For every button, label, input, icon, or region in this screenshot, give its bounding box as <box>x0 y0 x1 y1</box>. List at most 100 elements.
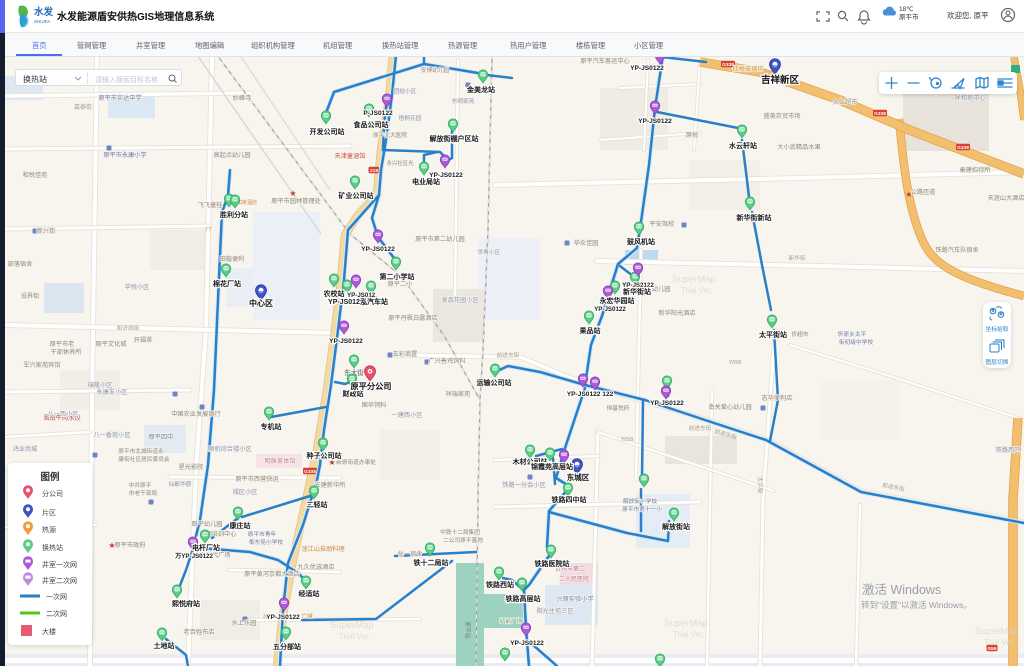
svg-text:SuperMap: SuperMap <box>672 274 716 285</box>
svg-text:解放街站: 解放街站 <box>662 522 690 531</box>
svg-text:YP-JS0122: YP-JS0122 <box>266 614 300 621</box>
svg-text:原平市园林管理处: 原平市园林管理处 <box>271 197 321 205</box>
svg-text:平安驾校: 平安驾校 <box>650 220 675 228</box>
svg-text:团结小区: 团结小区 <box>394 87 417 95</box>
svg-text:胜利分站: 胜利分站 <box>219 210 248 219</box>
svg-text:八一西小区: 八一西小区 <box>48 410 79 418</box>
svg-text:转到"设置"以激活 Windows。: 转到"设置"以激活 Windows。 <box>861 600 972 610</box>
svg-text:秦建招待所: 秦建招待所 <box>960 166 991 174</box>
svg-text:原平市政府: 原平市政府 <box>115 541 146 549</box>
svg-text:食品花园小区: 食品花园小区 <box>441 296 478 304</box>
svg-text:运输公司站: 运输公司站 <box>477 378 512 387</box>
svg-text:YP-JS012.: YP-JS012. <box>347 292 377 299</box>
svg-text:一建西小区: 一建西小区 <box>392 411 423 419</box>
svg-text:原平丹枫白露酒店: 原平丹枫白露酒店 <box>388 314 438 322</box>
svg-text:锦霞苑高层站: 锦霞苑高层站 <box>531 462 573 471</box>
svg-text:YP-JS0122: YP-JS0122 <box>638 118 672 125</box>
svg-text:华悦小区: 华悦小区 <box>125 283 150 291</box>
svg-text:原平市第二幼儿园: 原平市第二幼儿园 <box>415 235 465 243</box>
svg-text:街初级中学校: 街初级中学校 <box>839 338 873 346</box>
svg-text:阳光住苑三区: 阳光住苑三区 <box>536 607 573 615</box>
svg-text:原平市北城街道永: 原平市北城街道永 <box>118 447 164 455</box>
svg-text:G338: G338 <box>874 111 886 117</box>
svg-text:康街社区居民委员会: 康街社区居民委员会 <box>118 455 169 463</box>
svg-text:五彩商置: 五彩商置 <box>393 350 418 358</box>
svg-text:南关爱心幼儿园: 南关爱心幼儿园 <box>708 403 751 411</box>
svg-text:城区小区: 城区小区 <box>233 488 258 496</box>
svg-text:站前广场: 站前广场 <box>500 617 523 625</box>
svg-text:盛美农贸市场: 盛美农贸市场 <box>763 112 800 120</box>
svg-text:涅江山自助料理: 涅江山自助料理 <box>301 545 344 553</box>
svg-text:干部休养所: 干部休养所 <box>51 348 82 356</box>
svg-text:YP-JS0122: YP-JS0122 <box>510 640 544 647</box>
svg-text:YP-JS012泓汽车站: YP-JS012泓汽车站 <box>328 297 388 306</box>
svg-text:安建新华所: 安建新华所 <box>315 481 346 489</box>
svg-text:开福茶: 开福茶 <box>134 336 153 344</box>
svg-text:太平街站: 太平街站 <box>759 330 787 339</box>
svg-text:八一香苑小区: 八一香苑小区 <box>93 431 130 439</box>
svg-text:久仁超市: 久仁超市 <box>833 98 858 106</box>
svg-text:飞飞童桂: 飞飞童桂 <box>198 201 223 209</box>
svg-text:原机综合楼小区: 原机综合楼小区 <box>208 445 251 453</box>
svg-text:★: ★ <box>289 189 296 198</box>
svg-text:开发公司站: 开发公司站 <box>310 127 345 136</box>
svg-text:葛泰街: 葛泰街 <box>74 103 92 111</box>
svg-text:衡东苑小学校: 衡东苑小学校 <box>249 538 283 546</box>
svg-text:瑞隆小区: 瑞隆小区 <box>88 381 113 389</box>
svg-text:218: 218 <box>370 168 378 174</box>
svg-text:YP-JS0122: YP-JS0122 <box>361 246 395 253</box>
svg-text:东城区: 东城区 <box>567 472 590 482</box>
svg-text:原平市: 原平市 <box>899 12 919 21</box>
svg-text:原平市第十一小: 原平市第十一小 <box>622 505 662 513</box>
svg-text:红梅玻璃坊: 红梅玻璃坊 <box>733 65 764 73</box>
svg-text:和济西街: 和济西街 <box>117 324 140 332</box>
svg-text:世青小区: 世青小区 <box>478 248 501 256</box>
svg-text:原平北大医院: 原平北大医院 <box>373 131 407 139</box>
svg-text:铁路一分会小区: 铁路一分会小区 <box>502 481 545 489</box>
svg-text:梧桐花园: 梧桐花园 <box>399 114 422 122</box>
svg-text:市老干部局: 市老干部局 <box>129 489 158 497</box>
svg-text:G108: G108 <box>304 469 316 475</box>
svg-text:兴原实验小学: 兴原实验小学 <box>556 595 593 603</box>
svg-text:解放街棚户区站: 解放街棚户区站 <box>430 134 479 143</box>
svg-text:第二小学站: 第二小学站 <box>380 272 415 281</box>
svg-text:种子公司站: 种子公司站 <box>306 451 342 460</box>
svg-text:原平文化城: 原平文化城 <box>96 340 127 348</box>
svg-text:新华街新站: 新华街新站 <box>737 213 772 222</box>
svg-text:原平分公司: 原平分公司 <box>351 381 392 391</box>
svg-text:Y058: Y058 <box>729 360 742 366</box>
svg-text:仙都华郡: 仙都华郡 <box>169 480 192 488</box>
svg-text:专机站: 专机站 <box>261 422 282 431</box>
svg-text:熙悦府站: 熙悦府站 <box>172 599 200 608</box>
svg-text:Trial Ver.: Trial Ver. <box>673 630 704 639</box>
svg-text:土地站: 土地站 <box>154 641 175 650</box>
svg-text:††: †† <box>205 227 212 233</box>
svg-text:18℃: 18℃ <box>899 6 914 13</box>
svg-text:设界街: 设界街 <box>21 292 40 300</box>
svg-text:原平市西营快运: 原平市西营快运 <box>235 475 278 483</box>
svg-text:Trial Ver.: Trial Ver. <box>681 286 712 295</box>
svg-text:激活 Windows: 激活 Windows <box>862 583 941 597</box>
svg-text:原平市永康小学: 原平市永康小学 <box>103 151 146 159</box>
svg-text:二轻站: 二轻站 <box>307 500 328 509</box>
svg-text:康庄站: 康庄站 <box>230 521 251 530</box>
svg-text:YP-JS0122 122: YP-JS0122 122 <box>567 391 614 398</box>
svg-text:食品公司站: 食品公司站 <box>353 120 389 129</box>
svg-text:原祝: 原祝 <box>686 131 698 139</box>
svg-text:九久优选酒店: 九久优选酒店 <box>297 563 334 571</box>
svg-text:新兴街: 新兴街 <box>37 227 56 235</box>
svg-text:电杆厂站: 电杆厂站 <box>192 543 220 552</box>
svg-text:铁路医院站: 铁路医院站 <box>535 559 570 568</box>
svg-text:吉祥新区: 吉祥新区 <box>761 74 800 86</box>
svg-text:前进东街: 前进东街 <box>497 351 520 359</box>
svg-text:新原街道办事处: 新原街道办事处 <box>336 458 376 466</box>
svg-text:水发: 水发 <box>34 6 54 18</box>
svg-text:YP-JS0122: YP-JS0122 <box>329 338 363 345</box>
svg-text:坐标拾取: 坐标拾取 <box>985 325 1008 333</box>
svg-text:化一宿舍: 化一宿舍 <box>398 550 423 558</box>
svg-text:Trial Ver.: Trial Ver. <box>984 638 1015 647</box>
svg-text:前进东街: 前进东街 <box>689 424 712 432</box>
svg-text:SuperMap: SuperMap <box>664 618 708 629</box>
svg-text:铁路汽车队宿舍: 铁路汽车队宿舍 <box>935 246 978 254</box>
svg-text:水发能源盾安供热GIS地理信息系统: 水发能源盾安供热GIS地理信息系统 <box>56 10 214 23</box>
